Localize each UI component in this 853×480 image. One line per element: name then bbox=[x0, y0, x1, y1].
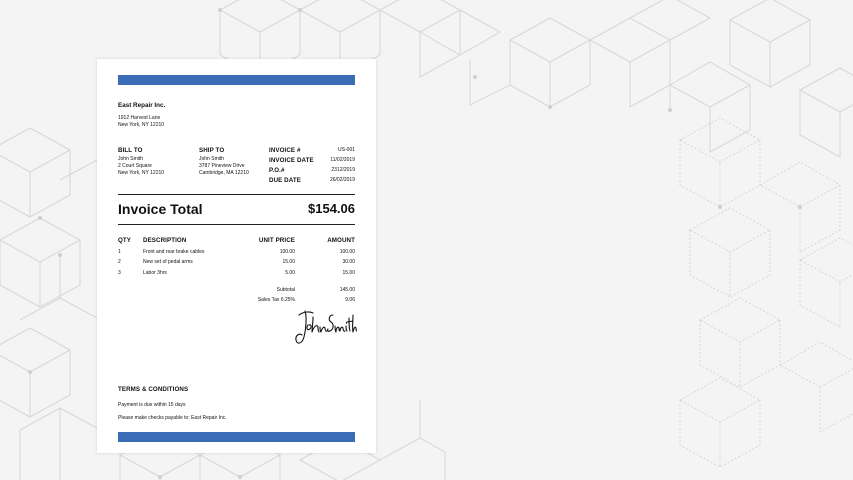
sales-tax-label: Sales Tax 6.25% bbox=[257, 297, 295, 303]
row-description: New set of pedal arms bbox=[143, 259, 193, 265]
subtotal-label: Subtotal bbox=[276, 287, 295, 293]
invoice-total-label: Invoice Total bbox=[118, 201, 203, 217]
row-unit-price: 100.00 bbox=[279, 249, 295, 255]
po-number-value: 2312/2019 bbox=[331, 167, 355, 173]
row-qty: 2 bbox=[118, 259, 121, 265]
col-header-amount: AMOUNT bbox=[327, 237, 355, 244]
po-number-label: P.O.# bbox=[269, 167, 285, 174]
footer-accent-bar bbox=[118, 432, 355, 442]
table-row: 2 New set of pedal arms 15.00 30.00 bbox=[118, 259, 355, 269]
terms-line1: Payment is due within 15 days bbox=[118, 402, 186, 408]
company-address-line2: New York, NY 12210 bbox=[118, 122, 165, 128]
sales-tax-value: 9.06 bbox=[345, 297, 355, 303]
divider-top bbox=[118, 194, 355, 195]
company-address-line1: 1912 Harvest Lane bbox=[118, 115, 161, 121]
due-date-label: DUE DATE bbox=[269, 177, 301, 184]
terms-line2: Please make checks payable to: East Repa… bbox=[118, 415, 227, 421]
row-qty: 3 bbox=[118, 270, 121, 276]
due-date-value: 26/02/2019 bbox=[329, 177, 355, 183]
invoice-date-value: 11/02/2019 bbox=[330, 157, 355, 163]
col-header-unit-price: UNIT PRICE bbox=[258, 237, 295, 244]
row-amount: 100.00 bbox=[339, 249, 355, 255]
divider-bottom bbox=[118, 224, 355, 225]
row-amount: 30.00 bbox=[342, 259, 355, 265]
terms-title: TERMS & CONDITIONS bbox=[118, 386, 189, 393]
signature-image bbox=[295, 310, 357, 344]
ship-to-title: SHIP TO bbox=[199, 147, 225, 154]
invoice-total-value: $154.06 bbox=[308, 201, 355, 216]
table-row: 3 Labor 3hrs 5.00 15.00 bbox=[118, 270, 355, 280]
header-accent-bar bbox=[118, 75, 355, 85]
row-description: Front and rear brake cables bbox=[143, 249, 205, 255]
invoice-page: East Repair Inc. 1912 Harvest Lane New Y… bbox=[97, 59, 376, 453]
row-qty: 1 bbox=[118, 249, 121, 255]
bill-to-title: BILL TO bbox=[118, 147, 143, 154]
ship-to-line1: 3787 Pineview Drive bbox=[199, 163, 245, 169]
company-name: East Repair Inc. bbox=[118, 102, 166, 109]
table-row: 1 Front and rear brake cables 100.00 100… bbox=[118, 249, 355, 259]
subtotal-value: 145.00 bbox=[339, 287, 355, 293]
row-unit-price: 5.00 bbox=[285, 270, 295, 276]
col-header-description: DESCRIPTION bbox=[143, 237, 187, 244]
bill-to-name: John Smith bbox=[118, 156, 144, 162]
bill-to-line2: New York, NY 12210 bbox=[118, 170, 165, 176]
invoice-date-label: INVOICE DATE bbox=[269, 157, 314, 164]
ship-to-line2: Cambridge, MA 12210 bbox=[199, 170, 249, 176]
invoice-number-value: US-001 bbox=[338, 147, 355, 153]
bill-to-line1: 2 Court Square bbox=[118, 163, 152, 169]
row-unit-price: 15.00 bbox=[282, 259, 295, 265]
col-header-qty: QTY bbox=[118, 237, 132, 244]
invoice-number-label: INVOICE # bbox=[269, 147, 301, 154]
row-amount: 15.00 bbox=[342, 270, 355, 276]
ship-to-name: John Smith bbox=[199, 156, 225, 162]
row-description: Labor 3hrs bbox=[143, 270, 167, 276]
